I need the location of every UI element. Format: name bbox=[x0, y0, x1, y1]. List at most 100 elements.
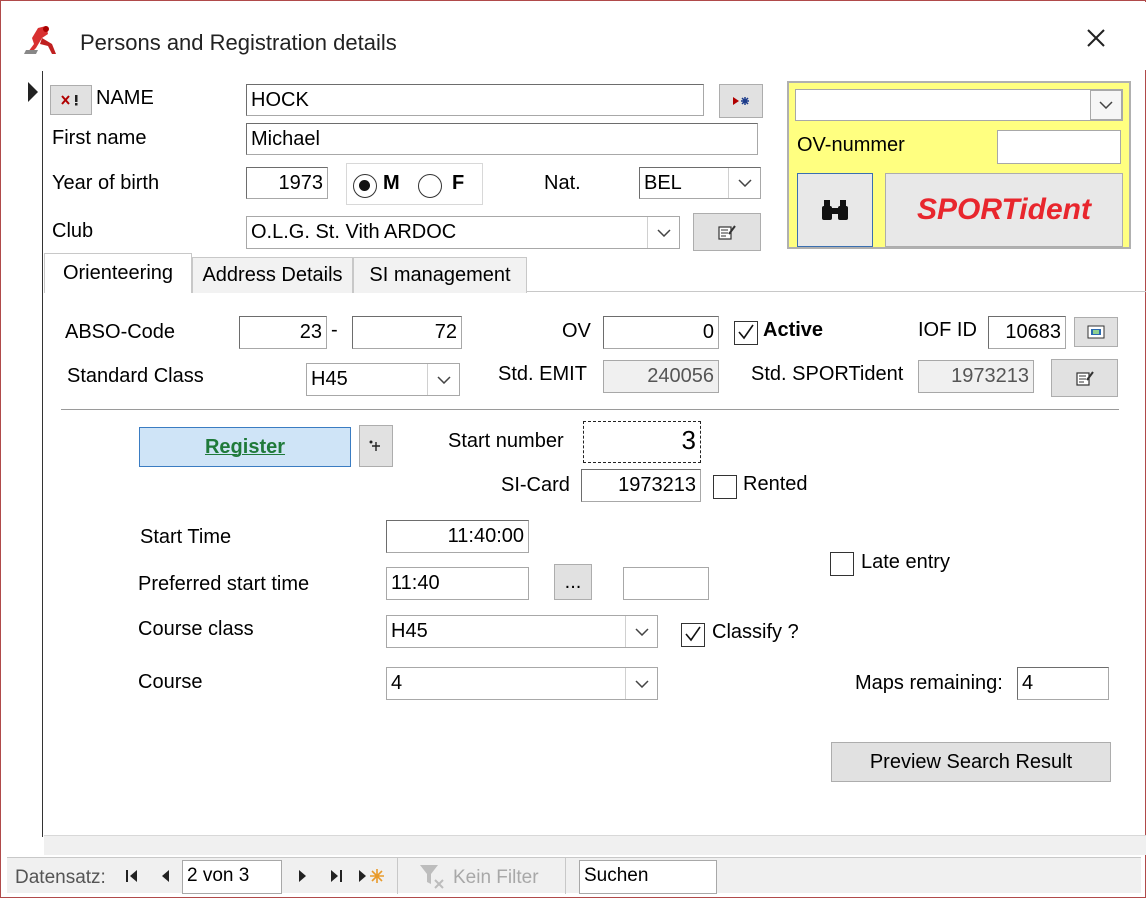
new-record-icon bbox=[733, 97, 749, 105]
register-button[interactable]: Register bbox=[139, 427, 351, 467]
nationality-value: BEL bbox=[644, 172, 682, 194]
chevron-down-icon bbox=[656, 228, 671, 237]
next-record-icon[interactable] bbox=[297, 868, 309, 884]
ov-field[interactable]: 0 bbox=[603, 316, 719, 349]
course-class-dropdown-button[interactable] bbox=[625, 616, 657, 647]
standard-class-label: Standard Class bbox=[67, 365, 204, 387]
iof-lookup-button[interactable] bbox=[1074, 317, 1118, 347]
first-record-icon[interactable] bbox=[125, 868, 139, 884]
course-dropdown-button[interactable] bbox=[625, 668, 657, 699]
si-lookup-dropdown-button[interactable] bbox=[1090, 90, 1122, 120]
filter-icon[interactable] bbox=[417, 862, 445, 890]
tab-label: Orienteering bbox=[62, 262, 174, 284]
sportident-button[interactable]: SPORTident bbox=[885, 173, 1123, 247]
new-record-icon[interactable] bbox=[357, 866, 385, 886]
active-label: Active bbox=[763, 319, 824, 341]
checkmark-icon bbox=[738, 324, 754, 340]
std-emit-field: 240056 bbox=[603, 360, 719, 393]
late-entry-checkbox[interactable] bbox=[830, 552, 854, 576]
record-navigation-bar: Datensatz: 2 von 3 Kein Filter Suchen bbox=[7, 857, 1141, 894]
filter-label: Kein Filter bbox=[453, 867, 539, 888]
standard-class-value: H45 bbox=[311, 368, 348, 390]
register-label: Register bbox=[204, 435, 286, 458]
record-selector[interactable] bbox=[5, 71, 43, 837]
title-bar: Persons and Registration details bbox=[2, 2, 1146, 70]
name-field[interactable]: HOCK bbox=[246, 84, 704, 116]
preview-search-result-label: Preview Search Result bbox=[869, 750, 1073, 773]
add-registration-button[interactable] bbox=[359, 425, 393, 467]
si-lookup-select[interactable] bbox=[795, 89, 1123, 121]
std-sportident-label: Std. SPORTident bbox=[751, 363, 904, 385]
ov-nummer-label: OV-nummer bbox=[797, 134, 905, 156]
search-field[interactable]: Suchen bbox=[579, 860, 717, 894]
si-panel: OV-nummer SPORTident bbox=[787, 81, 1131, 249]
si-card-label: SI-Card bbox=[501, 474, 570, 496]
iof-id-field[interactable]: 10683 bbox=[988, 316, 1066, 349]
search-person-button[interactable] bbox=[797, 173, 873, 247]
club-value: O.L.G. St. Vith ARDOC bbox=[251, 221, 457, 243]
chevron-down-icon bbox=[634, 679, 649, 688]
first-name-field[interactable]: Michael bbox=[246, 123, 758, 155]
nationality-select[interactable]: BEL bbox=[639, 167, 761, 199]
abso-code-2-field[interactable]: 72 bbox=[352, 316, 462, 349]
nav-separator bbox=[565, 858, 566, 894]
first-name-label: First name bbox=[52, 127, 147, 149]
club-dropdown-button[interactable] bbox=[647, 217, 679, 248]
edit-si-button[interactable] bbox=[1051, 359, 1118, 397]
sex-m-radio[interactable] bbox=[353, 174, 377, 198]
chevron-down-icon bbox=[1099, 101, 1113, 109]
sex-f-radio[interactable] bbox=[418, 174, 442, 198]
course-class-select[interactable]: H45 bbox=[386, 615, 658, 648]
plus-icon bbox=[369, 440, 380, 451]
preview-search-result-button[interactable]: Preview Search Result bbox=[831, 742, 1111, 782]
active-checkbox[interactable] bbox=[734, 321, 758, 345]
name-label: NAME bbox=[96, 87, 154, 109]
preferred-start-time-field[interactable]: 11:40 bbox=[386, 567, 529, 600]
course-label: Course bbox=[138, 671, 203, 693]
previous-record-icon[interactable] bbox=[159, 868, 171, 884]
pick-start-time-button[interactable]: ... bbox=[554, 564, 592, 600]
year-of-birth-label: Year of birth bbox=[52, 172, 160, 194]
ellipsis-label: ... bbox=[564, 570, 582, 593]
preferred-start-time-label: Preferred start time bbox=[138, 573, 310, 595]
start-time-field[interactable]: 11:40:00 bbox=[386, 520, 529, 553]
rented-checkbox[interactable] bbox=[713, 475, 737, 499]
iof-id-label: IOF ID bbox=[918, 319, 977, 341]
edit-club-button[interactable] bbox=[693, 213, 761, 251]
new-record-button[interactable] bbox=[719, 84, 763, 118]
nationality-dropdown-button[interactable] bbox=[728, 168, 760, 198]
year-of-birth-field[interactable]: 1973 bbox=[246, 167, 328, 199]
classify-checkbox[interactable] bbox=[681, 623, 705, 647]
binoculars-icon bbox=[822, 200, 848, 220]
club-label: Club bbox=[52, 220, 94, 242]
sex-option-group: M F bbox=[346, 163, 483, 205]
ov-nummer-field[interactable] bbox=[997, 130, 1121, 164]
abso-code-1-field[interactable]: 23 bbox=[239, 316, 327, 349]
tab-address-details[interactable]: Address Details bbox=[192, 257, 353, 293]
tab-orienteering[interactable]: Orienteering bbox=[44, 253, 192, 293]
rented-label: Rented bbox=[743, 473, 808, 495]
maps-remaining-field[interactable]: 4 bbox=[1017, 667, 1109, 700]
std-emit-label: Std. EMIT bbox=[498, 363, 587, 385]
sportident-label: SPORTident bbox=[917, 193, 1091, 226]
si-card-field[interactable]: 1973213 bbox=[581, 469, 701, 502]
delete-icon bbox=[61, 95, 78, 106]
start-number-field[interactable]: 3 bbox=[583, 421, 701, 463]
standard-class-select[interactable]: H45 bbox=[306, 363, 460, 396]
close-icon[interactable] bbox=[1080, 22, 1112, 54]
window-title: Persons and Registration details bbox=[80, 30, 397, 55]
last-record-icon[interactable] bbox=[329, 868, 343, 884]
delete-name-button[interactable] bbox=[50, 85, 92, 115]
section-divider bbox=[61, 409, 1119, 410]
club-select[interactable]: O.L.G. St. Vith ARDOC bbox=[246, 216, 680, 249]
app-logo-icon bbox=[24, 26, 56, 54]
preferred-start-extra-field[interactable] bbox=[623, 567, 709, 600]
current-record-icon bbox=[28, 82, 38, 102]
current-record-field[interactable]: 2 von 3 bbox=[182, 860, 282, 894]
standard-class-dropdown-button[interactable] bbox=[427, 364, 459, 395]
checkmark-icon bbox=[685, 626, 701, 642]
tab-si-management[interactable]: SI management bbox=[353, 257, 527, 293]
course-select[interactable]: 4 bbox=[386, 667, 658, 700]
chevron-down-icon bbox=[436, 375, 451, 384]
nationality-label: Nat. bbox=[544, 172, 581, 194]
